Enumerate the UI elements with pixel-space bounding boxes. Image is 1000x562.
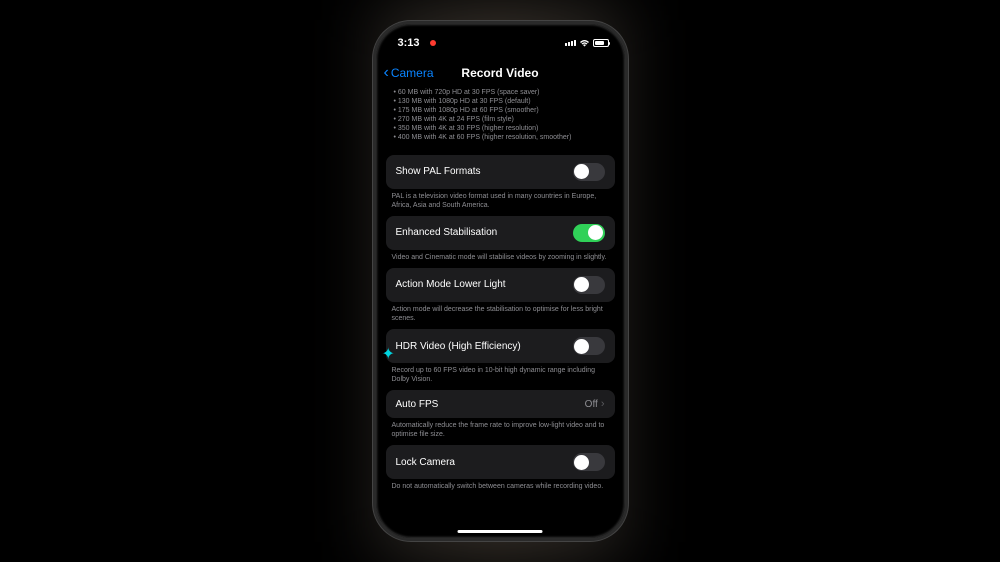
chevron-left-icon: ‹ bbox=[384, 64, 389, 82]
action-mode-label: Action Mode Lower Light bbox=[396, 279, 506, 290]
home-indicator[interactable] bbox=[458, 530, 543, 533]
stabilisation-footer: Video and Cinematic mode will stabilise … bbox=[386, 250, 615, 262]
auto-fps-value: Off › bbox=[585, 398, 605, 410]
lock-camera-toggle[interactable] bbox=[573, 453, 605, 471]
auto-fps-row[interactable]: Auto FPS Off › bbox=[386, 390, 615, 418]
hdr-video-toggle[interactable] bbox=[573, 337, 605, 355]
stabilisation-row[interactable]: Enhanced Stabilisation bbox=[386, 216, 615, 250]
settings-content[interactable]: • 60 MB with 720p HD at 30 FPS (space sa… bbox=[376, 88, 625, 522]
navigation-bar: ‹ Camera Record Video bbox=[376, 62, 625, 88]
back-label: Camera bbox=[391, 66, 434, 80]
lock-camera-row[interactable]: Lock Camera bbox=[386, 445, 615, 479]
auto-fps-footer: Automatically reduce the frame rate to i… bbox=[386, 418, 615, 439]
back-button[interactable]: ‹ Camera bbox=[384, 64, 434, 82]
pal-formats-row[interactable]: Show PAL Formats bbox=[386, 155, 615, 189]
chevron-right-icon: › bbox=[601, 398, 605, 410]
action-mode-footer: Action mode will decrease the stabilisat… bbox=[386, 302, 615, 323]
pal-formats-toggle[interactable] bbox=[573, 163, 605, 181]
status-time: 3:13 bbox=[398, 37, 420, 49]
hdr-video-row[interactable]: HDR Video (High Efficiency) bbox=[386, 329, 615, 363]
hdr-video-label: HDR Video (High Efficiency) bbox=[396, 341, 521, 352]
lock-camera-label: Lock Camera bbox=[396, 457, 455, 468]
recording-indicator-icon bbox=[430, 40, 436, 46]
battery-icon bbox=[593, 39, 609, 47]
file-size-list: • 60 MB with 720p HD at 30 FPS (space sa… bbox=[386, 88, 615, 149]
dynamic-island bbox=[463, 34, 538, 56]
pal-formats-label: Show PAL Formats bbox=[396, 166, 481, 177]
action-mode-row[interactable]: Action Mode Lower Light bbox=[386, 268, 615, 302]
phone-frame: 3:13 ‹ Camera Record Video • 60 bbox=[373, 21, 628, 541]
cursor-highlight-icon: ✦ bbox=[382, 344, 395, 364]
auto-fps-label: Auto FPS bbox=[396, 399, 439, 410]
lock-camera-footer: Do not automatically switch between came… bbox=[386, 479, 615, 491]
pal-footer: PAL is a television video format used in… bbox=[386, 189, 615, 210]
wifi-icon bbox=[579, 39, 590, 47]
hdr-footer: Record up to 60 FPS video in 10-bit high… bbox=[386, 363, 615, 384]
cellular-signal-icon bbox=[565, 40, 576, 46]
action-mode-toggle[interactable] bbox=[573, 276, 605, 294]
stabilisation-toggle[interactable] bbox=[573, 224, 605, 242]
status-right bbox=[565, 39, 609, 47]
stabilisation-label: Enhanced Stabilisation bbox=[396, 227, 498, 238]
